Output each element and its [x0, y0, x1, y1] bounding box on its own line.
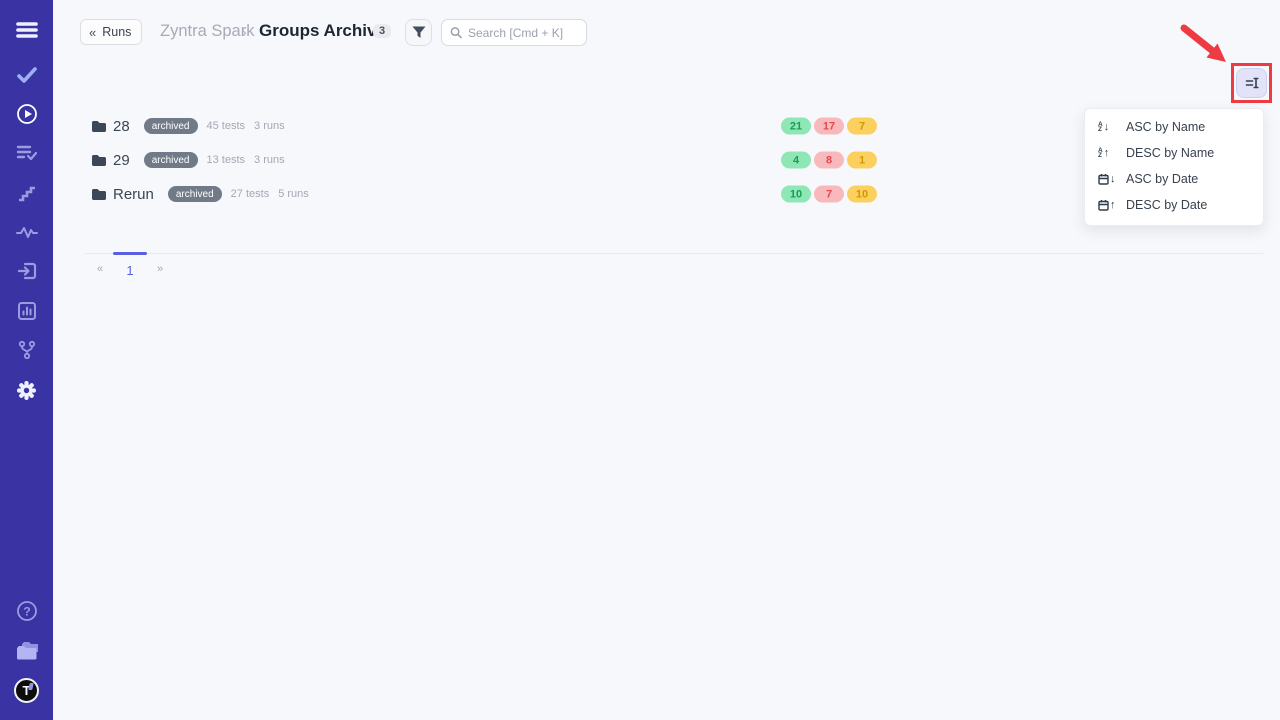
tests-count: 45 tests	[207, 120, 246, 132]
failed-count-badge: 17	[814, 118, 844, 135]
group-name: 28	[113, 118, 130, 135]
passed-count-badge: 4	[781, 152, 811, 169]
skipped-count-badge: 1	[847, 152, 877, 169]
failed-count-badge: 7	[814, 186, 844, 203]
archived-badge: archived	[144, 152, 198, 168]
pagination-prev[interactable]: «	[85, 254, 115, 278]
runs-count: 5 runs	[278, 188, 309, 200]
result-counts: 10 7 10	[781, 186, 877, 203]
back-to-runs-button[interactable]: « Runs	[80, 19, 142, 45]
menu-item-asc-by-name[interactable]: AZ ↓ ASC by Name	[1085, 114, 1263, 140]
breadcrumb-separator: ›	[242, 24, 247, 40]
runs-count: 3 runs	[254, 120, 285, 132]
archived-badge: archived	[144, 118, 198, 134]
folders-icon[interactable]	[0, 633, 53, 669]
breadcrumb-project[interactable]: Zyntra Spark	[160, 22, 254, 41]
groups-count-badge: 3	[373, 24, 391, 38]
folder-icon	[91, 153, 107, 167]
menu-item-label: ASC by Date	[1126, 172, 1198, 186]
import-icon[interactable]	[0, 253, 53, 289]
archived-badge: archived	[168, 186, 222, 202]
menu-item-desc-by-name[interactable]: AZ ↑ DESC by Name	[1085, 140, 1263, 166]
logo-notch	[28, 683, 33, 690]
menu-item-asc-by-date[interactable]: ↓ ASC by Date	[1085, 166, 1263, 192]
runs-count: 3 runs	[254, 154, 285, 166]
menu-item-label: DESC by Name	[1126, 146, 1214, 160]
user-avatar[interactable]: T	[14, 678, 39, 703]
sort-alpha-asc-icon: AZ ↓	[1098, 121, 1117, 133]
sidebar: ? T	[0, 0, 53, 720]
skipped-count-badge: 10	[847, 186, 877, 203]
result-counts: 21 17 7	[781, 118, 877, 135]
group-name: Rerun	[113, 186, 154, 203]
sort-alpha-desc-icon: AZ ↑	[1098, 147, 1117, 159]
failed-count-badge: 8	[814, 152, 844, 169]
menu-item-label: ASC by Name	[1126, 120, 1205, 134]
result-counts: 4 8 1	[781, 152, 877, 169]
pulse-icon[interactable]	[0, 214, 53, 250]
pagination-next[interactable]: »	[145, 254, 175, 278]
funnel-icon	[411, 25, 427, 40]
menu-item-label: DESC by Date	[1126, 198, 1207, 212]
pagination: « 1 »	[85, 253, 1263, 278]
calendar-asc-icon: ↓	[1098, 173, 1117, 185]
gear-icon[interactable]	[0, 372, 53, 408]
tests-count: 27 tests	[231, 188, 270, 200]
bar-chart-icon[interactable]	[0, 293, 53, 329]
git-branch-icon[interactable]	[0, 332, 53, 368]
runs-button-label: Runs	[102, 25, 131, 39]
check-icon[interactable]	[0, 57, 53, 93]
folder-icon	[91, 119, 107, 133]
double-chevron-left-icon: «	[89, 25, 96, 40]
sort-dropdown-menu: AZ ↓ ASC by Name AZ ↑ DESC by Name ↓ ASC…	[1084, 108, 1264, 226]
skipped-count-badge: 7	[847, 118, 877, 135]
steps-icon[interactable]	[0, 175, 53, 211]
annotation-arrow	[1178, 22, 1236, 68]
group-name: 29	[113, 152, 130, 169]
list-check-icon[interactable]	[0, 135, 53, 171]
menu-item-desc-by-date[interactable]: ↑ DESC by Date	[1085, 192, 1263, 218]
passed-count-badge: 21	[781, 118, 811, 135]
folder-icon	[91, 187, 107, 201]
sort-icon	[1245, 76, 1259, 90]
calendar-desc-icon: ↑	[1098, 199, 1117, 211]
pagination-page-1[interactable]: 1	[115, 254, 145, 278]
search-input[interactable]	[468, 26, 578, 40]
help-icon[interactable]: ?	[0, 593, 53, 629]
filter-button[interactable]	[405, 19, 432, 46]
sort-button[interactable]	[1236, 68, 1267, 98]
play-circle-icon[interactable]	[0, 96, 53, 132]
search-box	[441, 19, 587, 46]
menu-icon[interactable]	[0, 12, 53, 48]
tests-count: 13 tests	[207, 154, 246, 166]
help-glyph: ?	[23, 605, 30, 619]
page-title: Groups Archive	[259, 21, 386, 41]
passed-count-badge: 10	[781, 186, 811, 203]
search-icon	[450, 26, 462, 39]
